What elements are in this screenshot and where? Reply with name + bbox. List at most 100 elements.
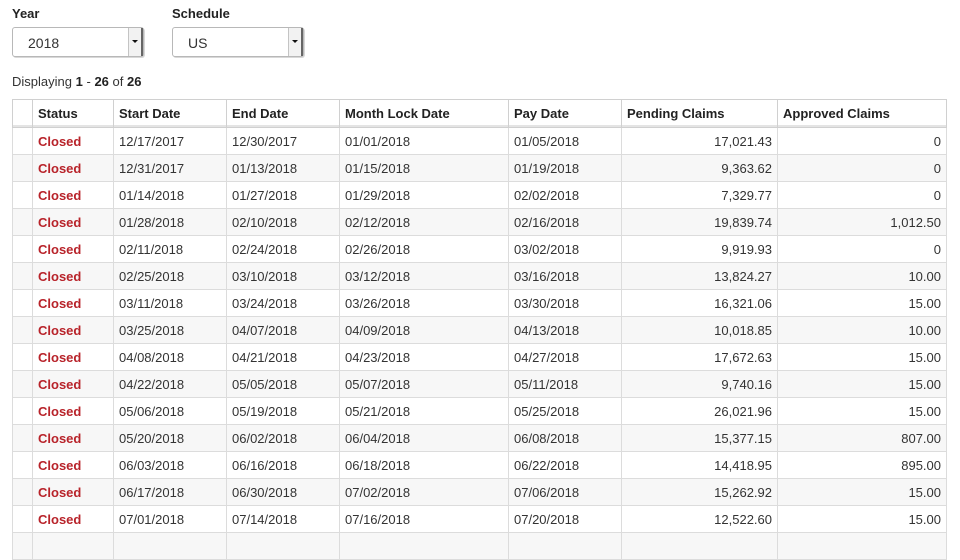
table-row[interactable]: Closed 02/25/2018 03/10/2018 03/12/2018 03/1… — [12, 262, 947, 290]
cell-status: Closed — [32, 289, 114, 317]
cell-pending-claims: 9,363.62 — [621, 154, 778, 182]
table-row[interactable] — [12, 532, 947, 560]
cell-approved-claims: 1,012.50 — [777, 208, 947, 236]
cell-month-lock-date: 04/09/2018 — [339, 316, 509, 344]
row-selector[interactable] — [12, 397, 33, 425]
year-select-value: 2018 — [28, 35, 60, 51]
table-row[interactable]: Closed 01/28/2018 02/10/2018 02/12/2018 02/1… — [12, 208, 947, 236]
cell-pay-date: 02/02/2018 — [508, 181, 622, 209]
row-selector[interactable] — [12, 262, 33, 290]
cell-pending-claims: 14,418.95 — [621, 451, 778, 479]
table-row[interactable]: Closed 03/11/2018 03/24/2018 03/26/2018 03/3… — [12, 289, 947, 317]
cell-start-date: 01/14/2018 — [113, 181, 227, 209]
year-select-arrow[interactable] — [128, 28, 143, 56]
cell-end-date: 05/19/2018 — [226, 397, 340, 425]
table-row[interactable]: Closed 07/01/2018 07/14/2018 07/16/2018 07/2… — [12, 505, 947, 533]
cell-month-lock-date: 07/16/2018 — [339, 505, 509, 533]
row-selector[interactable] — [12, 451, 33, 479]
cell-approved-claims: 10.00 — [777, 316, 947, 344]
table-row[interactable]: Closed 02/11/2018 02/24/2018 02/26/2018 03/0… — [12, 235, 947, 263]
cell-pay-date: 06/08/2018 — [508, 424, 622, 452]
cell-pending-claims: 16,321.06 — [621, 289, 778, 317]
row-selector[interactable] — [12, 127, 33, 155]
schedule-select[interactable]: US — [172, 27, 304, 57]
table-row[interactable]: Closed 06/17/2018 06/30/2018 07/02/2018 07/0… — [12, 478, 947, 506]
cell-status: Closed — [32, 127, 114, 155]
cell-pending-claims: 10,018.85 — [621, 316, 778, 344]
cell-start-date: 12/17/2017 — [113, 127, 227, 155]
cell-start-date: 03/25/2018 — [113, 316, 227, 344]
row-selector-header[interactable] — [12, 99, 33, 128]
table-row[interactable]: Closed 04/08/2018 04/21/2018 04/23/2018 04/2… — [12, 343, 947, 371]
cell-end-date: 07/14/2018 — [226, 505, 340, 533]
column-header-month-lock-date[interactable]: Month Lock Date — [339, 99, 509, 128]
cell-status: Closed — [32, 235, 114, 263]
table-row[interactable]: Closed 05/20/2018 06/02/2018 06/04/2018 06/0… — [12, 424, 947, 452]
cell-pay-date — [508, 532, 622, 560]
table-row[interactable]: Closed 04/22/2018 05/05/2018 05/07/2018 05/1… — [12, 370, 947, 398]
cell-status: Closed — [32, 478, 114, 506]
cell-end-date: 03/10/2018 — [226, 262, 340, 290]
row-selector[interactable] — [12, 289, 33, 317]
column-header-end-date[interactable]: End Date — [226, 99, 340, 128]
cell-pending-claims: 7,329.77 — [621, 181, 778, 209]
cell-status: Closed — [32, 505, 114, 533]
row-selector[interactable] — [12, 316, 33, 344]
year-select[interactable]: 2018 — [12, 27, 144, 57]
row-selector[interactable] — [12, 154, 33, 182]
cell-approved-claims: 807.00 — [777, 424, 947, 452]
column-header-pay-date[interactable]: Pay Date — [508, 99, 622, 128]
column-header-status[interactable]: Status — [32, 99, 114, 128]
cell-month-lock-date — [339, 532, 509, 560]
row-selector[interactable] — [12, 532, 33, 560]
table-row[interactable]: Closed 03/25/2018 04/07/2018 04/09/2018 04/1… — [12, 316, 947, 344]
cell-pay-date: 01/19/2018 — [508, 154, 622, 182]
paging-dash: - — [86, 74, 91, 89]
column-header-approved-claims[interactable]: Approved Claims — [777, 99, 947, 128]
paging-of: of — [112, 74, 124, 89]
cell-approved-claims: 0 — [777, 127, 947, 155]
schedule-select-arrow[interactable] — [288, 28, 303, 56]
cell-start-date: 01/28/2018 — [113, 208, 227, 236]
cell-start-date: 07/01/2018 — [113, 505, 227, 533]
row-selector[interactable] — [12, 181, 33, 209]
cell-pending-claims: 9,740.16 — [621, 370, 778, 398]
cell-end-date: 02/10/2018 — [226, 208, 340, 236]
table-row[interactable]: Closed 01/14/2018 01/27/2018 01/29/2018 02/0… — [12, 181, 947, 209]
cell-start-date: 02/25/2018 — [113, 262, 227, 290]
cell-pay-date: 04/13/2018 — [508, 316, 622, 344]
cell-start-date: 02/11/2018 — [113, 235, 227, 263]
cell-end-date: 01/13/2018 — [226, 154, 340, 182]
cell-end-date: 01/27/2018 — [226, 181, 340, 209]
cell-pay-date: 03/30/2018 — [508, 289, 622, 317]
cell-end-date: 04/07/2018 — [226, 316, 340, 344]
column-header-start-date[interactable]: Start Date — [113, 99, 227, 128]
row-selector[interactable] — [12, 505, 33, 533]
row-selector[interactable] — [12, 343, 33, 371]
cell-end-date: 12/30/2017 — [226, 127, 340, 155]
cell-pay-date: 07/06/2018 — [508, 478, 622, 506]
row-selector[interactable] — [12, 235, 33, 263]
row-selector[interactable] — [12, 478, 33, 506]
table-row[interactable]: Closed 05/06/2018 05/19/2018 05/21/2018 05/2… — [12, 397, 947, 425]
cell-status: Closed — [32, 316, 114, 344]
cell-pay-date: 03/16/2018 — [508, 262, 622, 290]
paging-from: 1 — [75, 74, 83, 89]
cell-approved-claims: 0 — [777, 235, 947, 263]
paging-total: 26 — [127, 74, 142, 89]
column-header-pending-claims[interactable]: Pending Claims — [621, 99, 778, 128]
row-selector[interactable] — [12, 424, 33, 452]
cell-start-date: 04/22/2018 — [113, 370, 227, 398]
row-selector[interactable] — [12, 208, 33, 236]
table-row[interactable]: Closed 12/17/2017 12/30/2017 01/01/2018 01/0… — [12, 127, 947, 155]
cell-month-lock-date: 05/21/2018 — [339, 397, 509, 425]
table-row[interactable]: Closed 12/31/2017 01/13/2018 01/15/2018 01/1… — [12, 154, 947, 182]
cell-pending-claims: 26,021.96 — [621, 397, 778, 425]
cell-pay-date: 07/20/2018 — [508, 505, 622, 533]
chevron-down-icon — [292, 40, 298, 43]
cell-month-lock-date: 02/12/2018 — [339, 208, 509, 236]
table-row[interactable]: Closed 06/03/2018 06/16/2018 06/18/2018 06/2… — [12, 451, 947, 479]
cell-pending-claims: 12,522.60 — [621, 505, 778, 533]
row-selector[interactable] — [12, 370, 33, 398]
cell-pending-claims: 13,824.27 — [621, 262, 778, 290]
